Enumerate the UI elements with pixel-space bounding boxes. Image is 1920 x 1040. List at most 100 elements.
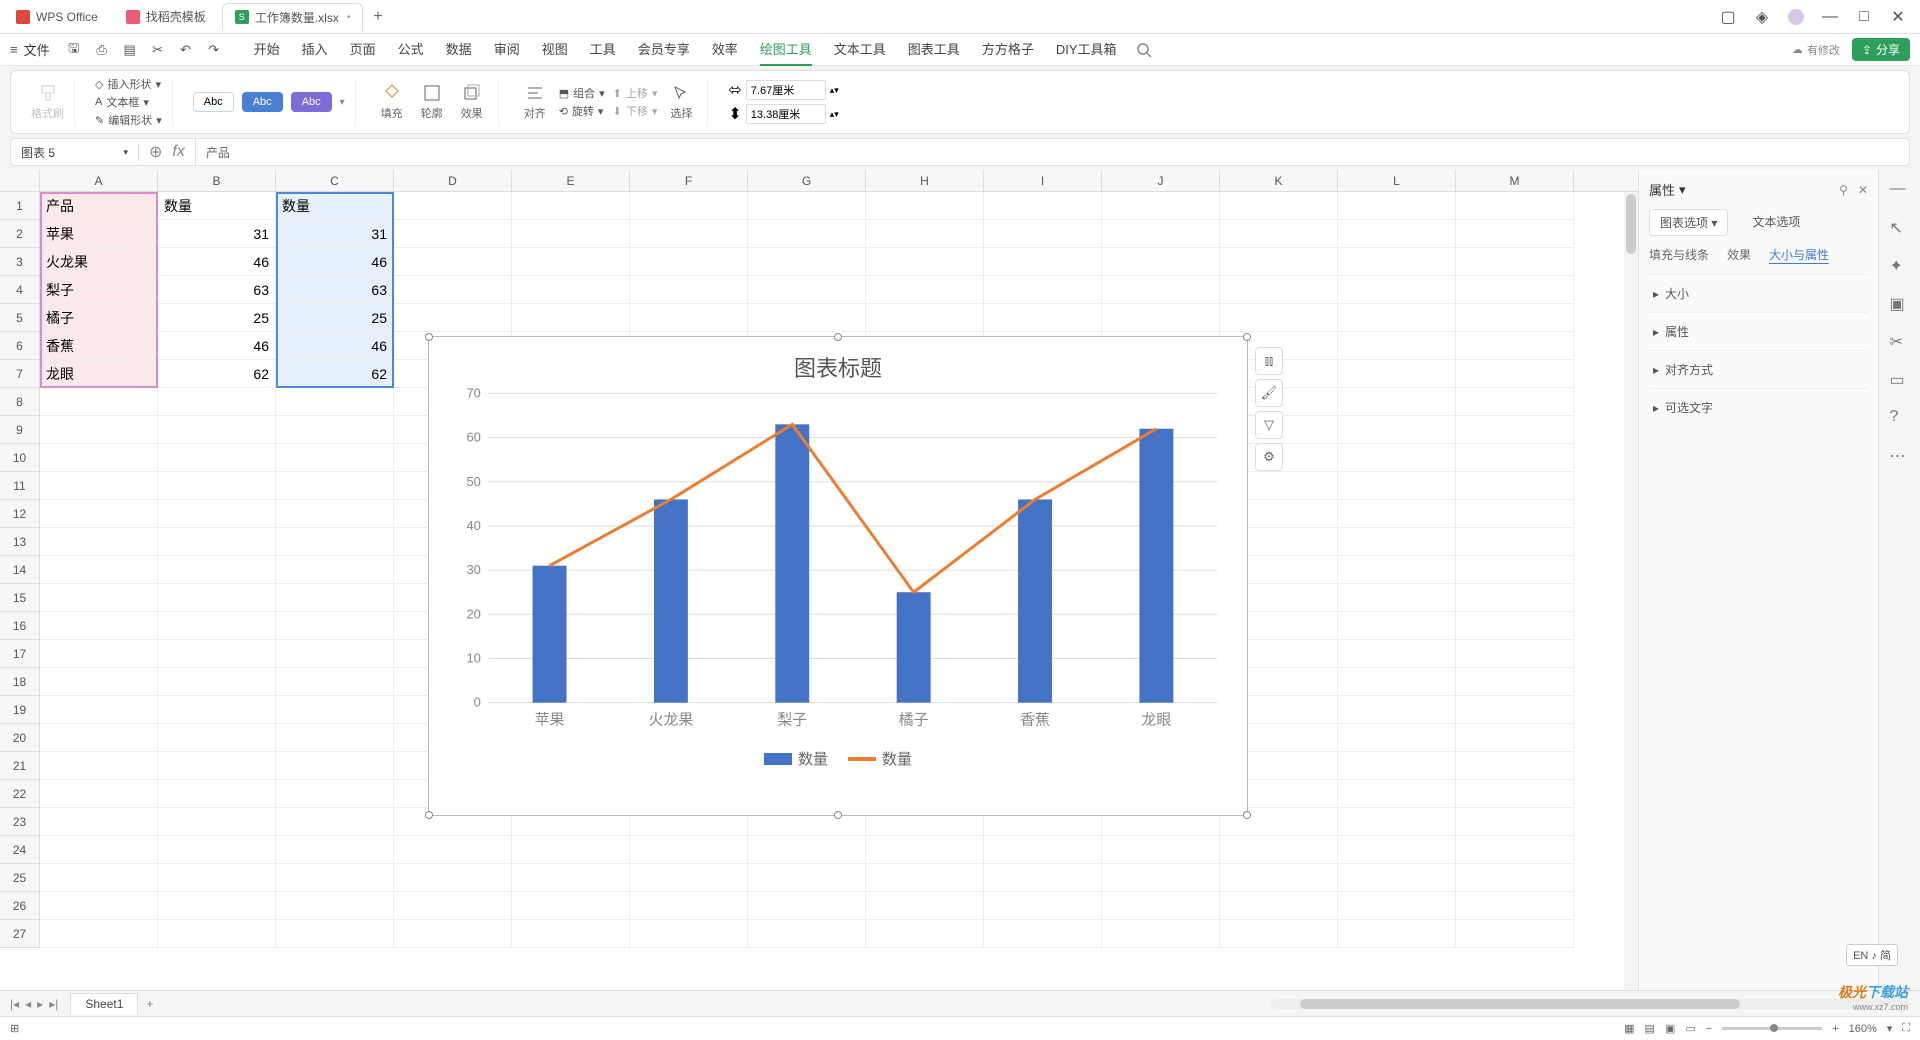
column-header[interactable]: B — [158, 170, 276, 191]
cell[interactable] — [1220, 864, 1338, 892]
maximize-icon[interactable]: □ — [1856, 9, 1872, 25]
cell[interactable] — [276, 920, 394, 948]
cell[interactable] — [1338, 864, 1456, 892]
cell[interactable] — [630, 864, 748, 892]
style-abc-3[interactable]: Abc — [291, 92, 332, 112]
cell[interactable] — [1456, 808, 1574, 836]
cell[interactable] — [984, 276, 1102, 304]
cell[interactable] — [1338, 500, 1456, 528]
cell[interactable] — [40, 528, 158, 556]
sheet-tab[interactable]: Sheet1 — [70, 993, 138, 1014]
cell[interactable] — [1456, 864, 1574, 892]
cell[interactable] — [276, 808, 394, 836]
ribbon-tab-12[interactable]: 图表工具 — [908, 33, 960, 66]
cut-icon[interactable]: ✂ — [149, 41, 167, 59]
ribbon-tab-13[interactable]: 方方格子 — [982, 33, 1034, 66]
cell[interactable] — [158, 416, 276, 444]
cell[interactable] — [630, 304, 748, 332]
style-icon[interactable]: ✦ — [1890, 256, 1910, 276]
cell[interactable] — [158, 752, 276, 780]
cell[interactable]: 苹果 — [40, 220, 158, 248]
row-header[interactable]: 9 — [0, 416, 40, 444]
row-header[interactable]: 15 — [0, 584, 40, 612]
cell[interactable] — [512, 864, 630, 892]
row-header[interactable]: 5 — [0, 304, 40, 332]
column-header[interactable]: C — [276, 170, 394, 191]
chart-elements-button[interactable]: ⫾⫾ — [1255, 347, 1283, 375]
cell[interactable] — [1456, 752, 1574, 780]
cell[interactable] — [866, 192, 984, 220]
cell[interactable] — [276, 696, 394, 724]
cell[interactable] — [748, 276, 866, 304]
cell[interactable] — [512, 892, 630, 920]
cell[interactable] — [394, 276, 512, 304]
fx-icon[interactable]: fx — [172, 143, 184, 161]
cell[interactable] — [1456, 892, 1574, 920]
cell[interactable] — [1102, 836, 1220, 864]
cell[interactable]: 梨子 — [40, 276, 158, 304]
cell[interactable] — [276, 556, 394, 584]
ribbon-tab-9[interactable]: 效率 — [712, 33, 738, 66]
style-abc-2[interactable]: Abc — [242, 92, 283, 112]
cell[interactable] — [1338, 332, 1456, 360]
cell[interactable] — [1338, 612, 1456, 640]
has-modifications[interactable]: ☁ 有修改 — [1792, 42, 1840, 58]
name-box[interactable]: 图表 5▾ — [11, 144, 139, 161]
align-button[interactable]: 对齐 — [519, 83, 551, 121]
cell[interactable] — [748, 864, 866, 892]
cell[interactable] — [1220, 276, 1338, 304]
chart-filter-button[interactable]: ▽ — [1255, 411, 1283, 439]
cell[interactable] — [158, 920, 276, 948]
cell[interactable]: 62 — [158, 360, 276, 388]
cell[interactable] — [866, 864, 984, 892]
undo-icon[interactable]: ↶ — [177, 41, 195, 59]
zoom-dropdown-icon[interactable]: ▾ — [1887, 1022, 1893, 1035]
cell[interactable] — [866, 304, 984, 332]
cell[interactable] — [40, 836, 158, 864]
cell[interactable] — [394, 920, 512, 948]
read-mode-icon[interactable]: ▭ — [1685, 1022, 1695, 1035]
cell[interactable]: 橘子 — [40, 304, 158, 332]
cell[interactable] — [394, 192, 512, 220]
cell[interactable] — [158, 612, 276, 640]
cell[interactable] — [1338, 444, 1456, 472]
cell[interactable] — [748, 192, 866, 220]
outline-button[interactable]: 轮廓 — [416, 83, 448, 121]
ime-indicator[interactable]: EN ♪ 简 — [1846, 944, 1898, 966]
cell[interactable] — [512, 920, 630, 948]
cell[interactable] — [40, 556, 158, 584]
column-header[interactable]: G — [748, 170, 866, 191]
cell[interactable] — [984, 892, 1102, 920]
ribbon-tab-8[interactable]: 会员专享 — [638, 33, 690, 66]
cell[interactable] — [1338, 920, 1456, 948]
burger-icon[interactable]: ≡ — [10, 42, 18, 57]
cell[interactable]: 25 — [276, 304, 394, 332]
cell[interactable] — [1456, 696, 1574, 724]
row-header[interactable]: 23 — [0, 808, 40, 836]
row-header[interactable]: 20 — [0, 724, 40, 752]
row-header[interactable]: 25 — [0, 864, 40, 892]
cell[interactable]: 产品 — [40, 192, 158, 220]
cell[interactable] — [394, 220, 512, 248]
cell[interactable] — [158, 584, 276, 612]
ribbon-tab-10[interactable]: 绘图工具 — [760, 33, 812, 66]
cell[interactable] — [512, 836, 630, 864]
cell[interactable] — [1102, 864, 1220, 892]
cell[interactable] — [866, 248, 984, 276]
cell[interactable] — [1456, 500, 1574, 528]
cell[interactable] — [1338, 276, 1456, 304]
cell[interactable] — [276, 444, 394, 472]
cell[interactable] — [1338, 752, 1456, 780]
cell[interactable] — [394, 248, 512, 276]
chart-styles-button[interactable]: 🖌 — [1255, 379, 1283, 407]
row-header[interactable]: 17 — [0, 640, 40, 668]
row-header[interactable]: 22 — [0, 780, 40, 808]
row-header[interactable]: 10 — [0, 444, 40, 472]
cell[interactable] — [276, 780, 394, 808]
cell[interactable] — [40, 864, 158, 892]
collapse-icon[interactable]: — — [1890, 180, 1910, 200]
row-header[interactable]: 7 — [0, 360, 40, 388]
cell[interactable] — [1220, 192, 1338, 220]
cell[interactable] — [1456, 444, 1574, 472]
cell[interactable] — [276, 752, 394, 780]
